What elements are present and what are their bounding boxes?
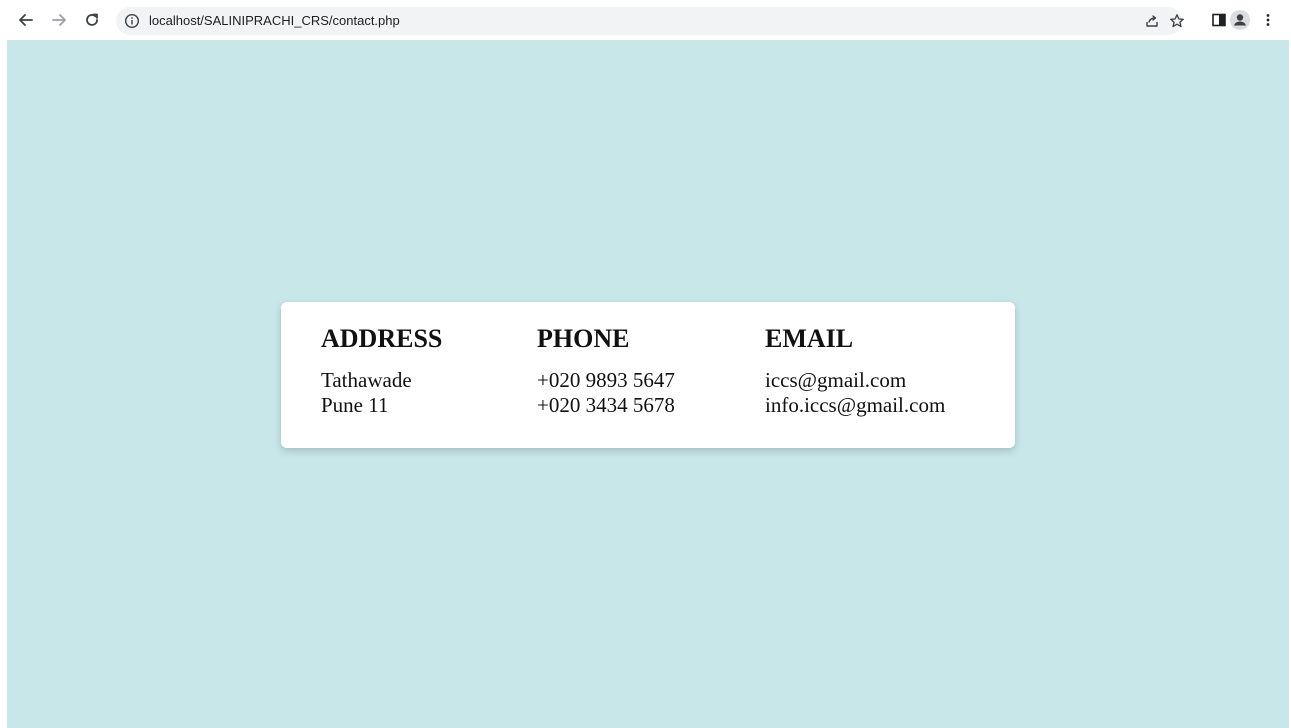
address-line: Pune 11 (321, 393, 389, 417)
address-column: ADDRESS Tathawade Pune 11 (321, 324, 442, 418)
address-line: Tathawade (321, 368, 412, 392)
arrow-right-icon (52, 14, 66, 26)
browser-toolbar: localhost/SALINIPRACHI_CRS/contact.php (0, 0, 1291, 40)
kebab-menu-icon (1266, 14, 1270, 26)
email-address: info.iccs@gmail.com (765, 393, 946, 417)
phone-number: +020 3434 5678 (537, 393, 675, 417)
side-panel-icon (1212, 13, 1226, 27)
menu-button[interactable] (1256, 8, 1280, 32)
forward-button[interactable] (47, 8, 71, 32)
profile-button[interactable] (1228, 8, 1252, 32)
email-column: EMAIL iccs@gmail.com info.iccs@gmail.com (765, 324, 945, 418)
phone-heading: PHONE (537, 324, 630, 353)
phone-number: +020 9893 5647 (537, 368, 675, 392)
contact-card: ADDRESS Tathawade Pune 11 PHONE +020 989… (281, 302, 1015, 448)
email-heading: EMAIL (765, 324, 854, 353)
share-icon[interactable] (1144, 13, 1160, 29)
page-viewport: ADDRESS Tathawade Pune 11 PHONE +020 989… (7, 40, 1289, 728)
back-button[interactable] (14, 8, 38, 32)
info-icon[interactable] (124, 13, 140, 29)
phone-column: PHONE +020 9893 5647 +020 3434 5678 (537, 324, 675, 418)
reload-icon (86, 13, 98, 26)
url-text[interactable]: localhost/SALINIPRACHI_CRS/contact.php (149, 13, 400, 28)
star-icon[interactable] (1169, 13, 1185, 29)
address-bar[interactable]: localhost/SALINIPRACHI_CRS/contact.php (116, 7, 1185, 35)
email-address: iccs@gmail.com (765, 368, 907, 392)
reload-button[interactable] (80, 8, 104, 32)
arrow-left-icon (19, 14, 33, 26)
address-heading: ADDRESS (321, 324, 443, 353)
profile-icon (1230, 10, 1250, 30)
